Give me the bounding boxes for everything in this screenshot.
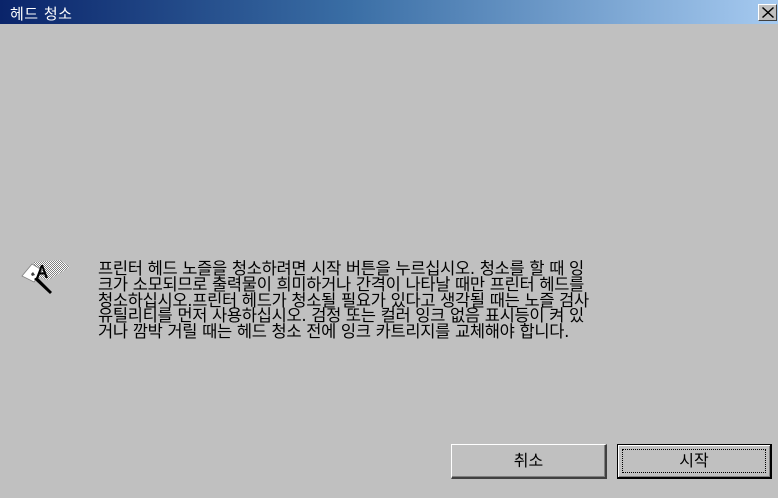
start-button-label: 시작 bbox=[679, 451, 709, 470]
focus-ring: 시작 bbox=[622, 449, 766, 473]
window-title: 헤드 청소 bbox=[10, 5, 73, 23]
title-bar[interactable]: 헤드 청소 bbox=[0, 0, 778, 24]
start-button[interactable]: 시작 bbox=[617, 444, 772, 479]
close-button[interactable] bbox=[758, 4, 777, 21]
printer-info-icon bbox=[21, 260, 70, 294]
head-cleaning-dialog: 헤드 청소 프린터 헤드 노즐을 청소하려면 시작 버튼을 누르십시오. 청소를… bbox=[0, 0, 778, 498]
cancel-button-label: 취소 bbox=[513, 451, 544, 470]
message-line: 거나 깜박 거릴 때는 헤드 청소 전에 잉크 카트리지를 교체해야 합니다. bbox=[98, 322, 570, 342]
instruction-message: 프린터 헤드 노즐을 청소하려면 시작 버튼을 누르십시오. 청소를 할 때 잉… bbox=[98, 260, 738, 342]
close-icon bbox=[762, 7, 774, 18]
cancel-button[interactable]: 취소 bbox=[451, 444, 607, 479]
